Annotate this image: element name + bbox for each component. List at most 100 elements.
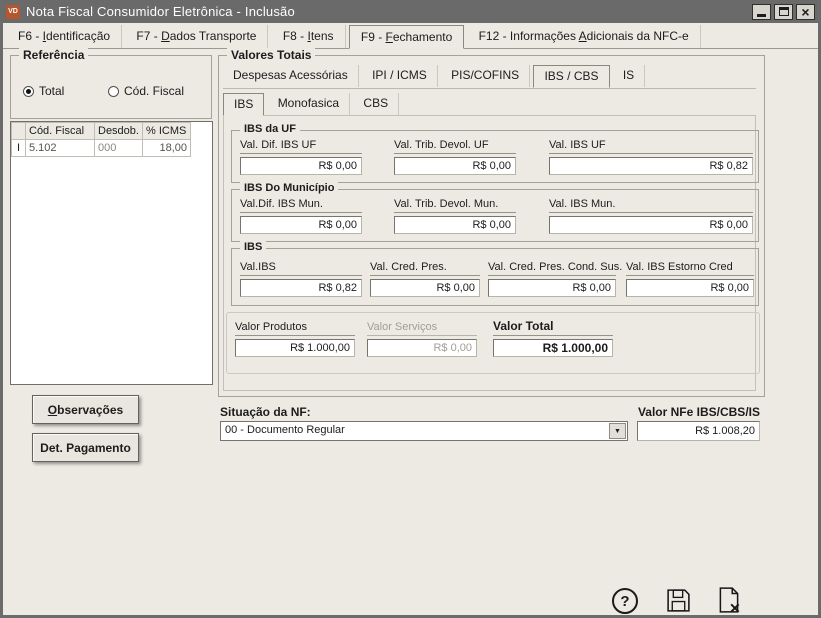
valor-total-label: Valor Total bbox=[493, 319, 613, 336]
tab-label: IS bbox=[623, 68, 634, 82]
cancel-note-button[interactable] bbox=[715, 586, 743, 614]
val-trib-devol-uf-label: Val. Trib. Devol. UF bbox=[394, 139, 516, 154]
field-group: Val. Dif. IBS UF R$ 0,00 bbox=[240, 139, 362, 175]
val-dif-ibs-uf-field[interactable]: R$ 0,00 bbox=[240, 157, 362, 175]
val-ibs-estorno-cred-label: Val. IBS Estorno Cred bbox=[626, 261, 754, 276]
button-label: Det. Pagamento bbox=[40, 441, 131, 455]
subtab-monofasica[interactable]: Monofasica bbox=[268, 93, 350, 115]
tab-accesskey: D bbox=[161, 29, 170, 43]
maximize-icon bbox=[779, 7, 789, 16]
cancel-note-icon bbox=[715, 586, 743, 614]
tab-label: Monofasica bbox=[278, 96, 339, 110]
valor-servicos-label: Valor Serviços bbox=[367, 321, 477, 336]
fiscal-grid-table: Cód. Fiscal Desdob. % ICMS Ι 5.102 000 1… bbox=[11, 122, 191, 157]
tab-pis-cofins[interactable]: PIS/COFINS bbox=[441, 65, 530, 87]
row-marker-icon: Ι bbox=[12, 140, 26, 157]
val-cred-pres-label: Val. Cred. Pres. bbox=[370, 261, 480, 276]
ibs-do-municipio-groupbox: IBS Do Município Val.Dif. IBS Mun. R$ 0,… bbox=[231, 189, 759, 242]
main-tabstrip: F6 - Identificação F7 - Dados Transporte… bbox=[3, 25, 818, 49]
field-group: Val. IBS Estorno Cred R$ 0,00 bbox=[626, 261, 754, 297]
tab-label: PIS/COFINS bbox=[451, 68, 519, 82]
minimize-icon bbox=[757, 14, 766, 17]
grid-row[interactable]: Ι 5.102 000 18,00 bbox=[12, 140, 191, 157]
val-cred-pres-field[interactable]: R$ 0,00 bbox=[370, 279, 480, 297]
chevron-down-icon: ▼ bbox=[614, 428, 621, 435]
tab-label: Despesas Acessórias bbox=[233, 68, 348, 82]
field-group: Valor Total R$ 1.000,00 bbox=[493, 319, 613, 357]
val-dif-ibs-mun-label: Val.Dif. IBS Mun. bbox=[240, 198, 362, 213]
cell-cod-fiscal[interactable]: 5.102 bbox=[26, 140, 95, 157]
tab-label: echamento bbox=[393, 30, 452, 44]
val-trib-devol-uf-field[interactable]: R$ 0,00 bbox=[394, 157, 516, 175]
val-ibs-field[interactable]: R$ 0,82 bbox=[240, 279, 362, 297]
grid-header-desdob: Desdob. bbox=[95, 123, 143, 140]
tab-label: F7 - bbox=[136, 29, 161, 43]
tab-f8-itens[interactable]: F8 - Itens bbox=[272, 25, 346, 48]
maximize-button[interactable] bbox=[774, 4, 793, 20]
tab-label: CBS bbox=[363, 96, 388, 110]
combo-dropdown-button[interactable]: ▼ bbox=[609, 423, 626, 439]
close-icon: × bbox=[801, 5, 809, 19]
val-ibs-label: Val.IBS bbox=[240, 261, 362, 276]
tab-label: ados Transporte bbox=[170, 29, 257, 43]
tab-ipi-icms[interactable]: IPI / ICMS bbox=[362, 65, 438, 87]
tab-label: IBS / CBS bbox=[544, 69, 598, 83]
tab-despesas-acessorias[interactable]: Despesas Acessórias bbox=[223, 65, 359, 87]
observacoes-button[interactable]: Observações bbox=[32, 395, 139, 424]
tab-f6-identificacao[interactable]: F6 - Identificação bbox=[7, 25, 122, 48]
field-group: Val. IBS UF R$ 0,82 bbox=[549, 139, 753, 175]
close-button[interactable]: × bbox=[796, 4, 815, 20]
cell-desdob[interactable]: 000 bbox=[95, 140, 143, 157]
ibs-tabpage: IBS da UF Val. Dif. IBS UF R$ 0,00 Val. … bbox=[223, 115, 756, 391]
val-trib-devol-mun-field[interactable]: R$ 0,00 bbox=[394, 216, 516, 234]
val-ibs-estorno-cred-field[interactable]: R$ 0,00 bbox=[626, 279, 754, 297]
help-icon: ? bbox=[612, 588, 638, 614]
valor-total-field[interactable]: R$ 1.000,00 bbox=[493, 339, 613, 357]
valor-nfe-field[interactable]: R$ 1.008,20 bbox=[637, 421, 760, 441]
val-ibs-mun-field[interactable]: R$ 0,00 bbox=[549, 216, 753, 234]
window-controls: × bbox=[752, 4, 815, 20]
val-dif-ibs-mun-field[interactable]: R$ 0,00 bbox=[240, 216, 362, 234]
window-title: Nota Fiscal Consumidor Eletrônica - Incl… bbox=[26, 4, 752, 19]
minimize-button[interactable] bbox=[752, 4, 771, 20]
grid-header-cod-fiscal: Cód. Fiscal bbox=[26, 123, 95, 140]
radio-total-circle bbox=[23, 86, 34, 97]
field-group: Val. IBS Mun. R$ 0,00 bbox=[549, 198, 753, 234]
radio-cod-fiscal-circle bbox=[108, 86, 119, 97]
save-button[interactable] bbox=[664, 586, 692, 614]
grid-header-row: Cód. Fiscal Desdob. % ICMS bbox=[12, 123, 191, 140]
help-button[interactable]: ? bbox=[611, 587, 639, 615]
val-ibs-uf-label: Val. IBS UF bbox=[549, 139, 753, 154]
tab-accesskey: F bbox=[386, 30, 393, 44]
grid-header-icms: % ICMS bbox=[142, 123, 190, 140]
tab-accesskey: A bbox=[579, 29, 587, 43]
radio-cod-fiscal[interactable]: Cód. Fiscal bbox=[108, 84, 184, 98]
field-group: Val. Trib. Devol. UF R$ 0,00 bbox=[394, 139, 516, 175]
client-area: F6 - Identificação F7 - Dados Transporte… bbox=[3, 23, 818, 615]
app-icon: VD bbox=[6, 5, 20, 19]
cell-icms[interactable]: 18,00 bbox=[142, 140, 190, 157]
valores-tabstrip: Despesas Acessórias IPI / ICMS PIS/COFIN… bbox=[223, 65, 756, 89]
tab-is[interactable]: IS bbox=[613, 65, 645, 87]
subtab-ibs[interactable]: IBS bbox=[223, 93, 264, 116]
val-ibs-uf-field[interactable]: R$ 0,82 bbox=[549, 157, 753, 175]
situacao-combobox[interactable]: 00 - Documento Regular ▼ bbox=[220, 421, 628, 441]
tab-label: F12 - Informações bbox=[479, 29, 579, 43]
field-group: Val.Dif. IBS Mun. R$ 0,00 bbox=[240, 198, 362, 234]
det-pagamento-button[interactable]: Det. Pagamento bbox=[32, 433, 139, 462]
totals-panel: Valor Produtos R$ 1.000,00 Valor Serviço… bbox=[226, 312, 760, 374]
tab-label: F8 - bbox=[283, 29, 308, 43]
tab-f9-fechamento[interactable]: F9 - Fechamento bbox=[349, 25, 464, 49]
button-label: bservações bbox=[57, 403, 123, 417]
valor-produtos-field[interactable]: R$ 1.000,00 bbox=[235, 339, 355, 357]
tab-label: F9 - bbox=[361, 30, 386, 44]
field-group: Valor Produtos R$ 1.000,00 bbox=[235, 321, 355, 357]
subtab-cbs[interactable]: CBS bbox=[353, 93, 399, 115]
val-cred-pres-cond-sus-field[interactable]: R$ 0,00 bbox=[488, 279, 616, 297]
fiscal-grid: Cód. Fiscal Desdob. % ICMS Ι 5.102 000 1… bbox=[10, 121, 213, 385]
tab-f12-informacoes-adicionais[interactable]: F12 - Informações Adicionais da NFC-e bbox=[468, 25, 701, 48]
radio-total[interactable]: Total bbox=[23, 84, 64, 98]
tab-f7-dados-transporte[interactable]: F7 - Dados Transporte bbox=[125, 25, 268, 48]
ibs-groupbox: IBS Val.IBS R$ 0,82 Val. Cred. Pres. R$ … bbox=[231, 248, 759, 306]
tab-ibs-cbs[interactable]: IBS / CBS bbox=[533, 65, 609, 88]
